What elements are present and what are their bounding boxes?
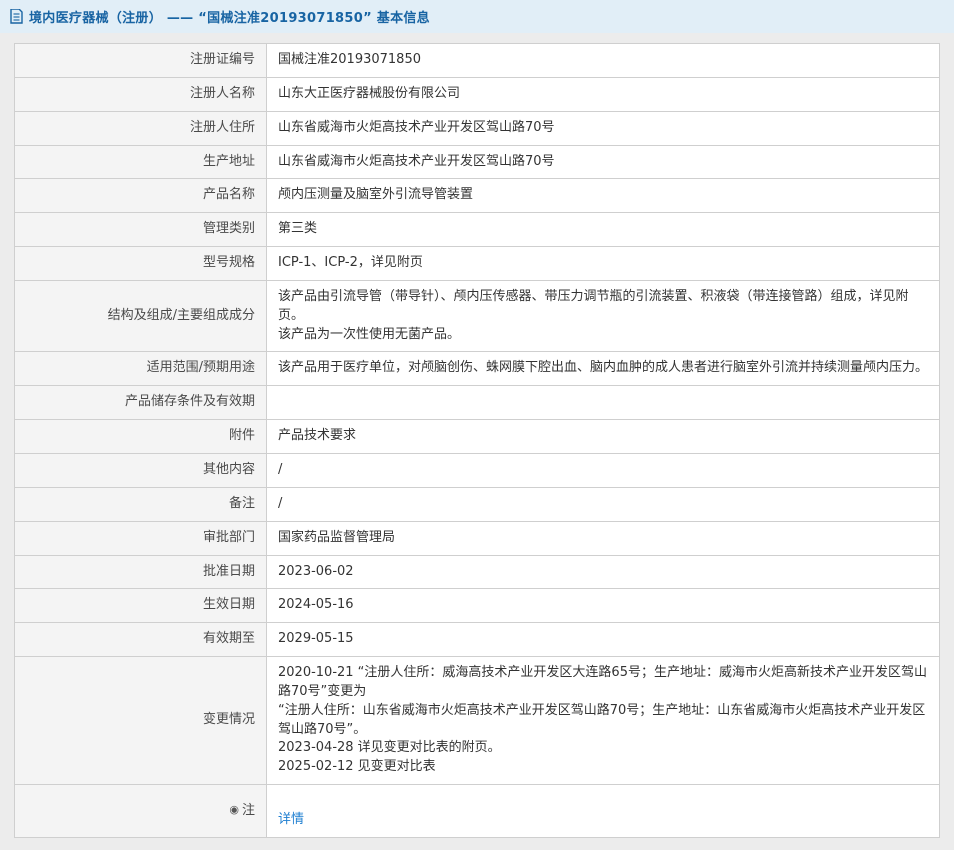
field-value: 详情 bbox=[267, 785, 940, 838]
table-row: 其他内容 / bbox=[15, 453, 940, 487]
field-value: 山东省威海市火炬高技术产业开发区驾山路70号 bbox=[267, 145, 940, 179]
field-value: / bbox=[267, 453, 940, 487]
field-label: 注 bbox=[242, 803, 255, 818]
table-row: 注册证编号 国械注准20193071850 bbox=[15, 44, 940, 78]
table-row: 适用范围/预期用途 该产品用于医疗单位，对颅脑创伤、蛛网膜下腔出血、脑内血肿的成… bbox=[15, 352, 940, 386]
field-label: 生产地址 bbox=[15, 145, 267, 179]
field-label: 注册证编号 bbox=[15, 44, 267, 78]
basic-info-table: 注册证编号 国械注准20193071850 注册人名称 山东大正医疗器械股份有限… bbox=[14, 43, 940, 838]
field-label: 审批部门 bbox=[15, 521, 267, 555]
field-value: 2023-06-02 bbox=[267, 555, 940, 589]
table-row: 附件 产品技术要求 bbox=[15, 420, 940, 454]
table-row-note: ◉注 详情 bbox=[15, 785, 940, 838]
field-label: 有效期至 bbox=[15, 623, 267, 657]
table-row: 管理类别 第三类 bbox=[15, 213, 940, 247]
field-label: 变更情况 bbox=[15, 657, 267, 785]
field-value: 该产品由引流导管（带导针）、颅内压传感器、带压力调节瓶的引流装置、积液袋（带连接… bbox=[267, 280, 940, 352]
field-value: 该产品用于医疗单位，对颅脑创伤、蛛网膜下腔出血、脑内血肿的成人患者进行脑室外引流… bbox=[267, 352, 940, 386]
field-value bbox=[267, 386, 940, 420]
field-value: 国械注准20193071850 bbox=[267, 44, 940, 78]
field-label: 结构及组成/主要组成成分 bbox=[15, 280, 267, 352]
table-row: 注册人住所 山东省威海市火炬高技术产业开发区驾山路70号 bbox=[15, 111, 940, 145]
field-label: 备注 bbox=[15, 487, 267, 521]
table-row: 生产地址 山东省威海市火炬高技术产业开发区驾山路70号 bbox=[15, 145, 940, 179]
table-row: 变更情况 2020-10-21 “注册人住所：威海高技术产业开发区大连路65号；… bbox=[15, 657, 940, 785]
field-value: 第三类 bbox=[267, 213, 940, 247]
table-row: 型号规格 ICP-1、ICP-2，详见附页 bbox=[15, 247, 940, 281]
field-label: 管理类别 bbox=[15, 213, 267, 247]
table-row: 备注 / bbox=[15, 487, 940, 521]
field-value: 2024-05-16 bbox=[267, 589, 940, 623]
field-label: 其他内容 bbox=[15, 453, 267, 487]
field-value: ICP-1、ICP-2，详见附页 bbox=[267, 247, 940, 281]
table-row: 产品储存条件及有效期 bbox=[15, 386, 940, 420]
field-label: 适用范围/预期用途 bbox=[15, 352, 267, 386]
field-value: 2029-05-15 bbox=[267, 623, 940, 657]
field-value: 山东大正医疗器械股份有限公司 bbox=[267, 77, 940, 111]
field-value: 颅内压测量及脑室外引流导管装置 bbox=[267, 179, 940, 213]
field-label: 批准日期 bbox=[15, 555, 267, 589]
field-label: 注册人名称 bbox=[15, 77, 267, 111]
table-row: 审批部门 国家药品监督管理局 bbox=[15, 521, 940, 555]
table-row: 注册人名称 山东大正医疗器械股份有限公司 bbox=[15, 77, 940, 111]
page-header: 境内医疗器械（注册） —— “国械注准20193071850” 基本信息 bbox=[0, 0, 954, 33]
field-value: / bbox=[267, 487, 940, 521]
table-row: 生效日期 2024-05-16 bbox=[15, 589, 940, 623]
field-value: 2020-10-21 “注册人住所：威海高技术产业开发区大连路65号；生产地址：… bbox=[267, 657, 940, 785]
field-label: 生效日期 bbox=[15, 589, 267, 623]
table-row: 结构及组成/主要组成成分 该产品由引流导管（带导针）、颅内压传感器、带压力调节瓶… bbox=[15, 280, 940, 352]
field-label: 产品储存条件及有效期 bbox=[15, 386, 267, 420]
table-row: 产品名称 颅内压测量及脑室外引流导管装置 bbox=[15, 179, 940, 213]
field-label: 附件 bbox=[15, 420, 267, 454]
note-icon: ◉ bbox=[229, 803, 239, 816]
details-link[interactable]: 详情 bbox=[278, 812, 304, 827]
note-label-cell: ◉注 bbox=[15, 785, 267, 838]
field-value: 山东省威海市火炬高技术产业开发区驾山路70号 bbox=[267, 111, 940, 145]
field-label: 产品名称 bbox=[15, 179, 267, 213]
page-title: 境内医疗器械（注册） —— “国械注准20193071850” 基本信息 bbox=[29, 7, 430, 26]
field-value: 产品技术要求 bbox=[267, 420, 940, 454]
field-label: 型号规格 bbox=[15, 247, 267, 281]
field-value: 国家药品监督管理局 bbox=[267, 521, 940, 555]
table-row: 有效期至 2029-05-15 bbox=[15, 623, 940, 657]
document-icon bbox=[10, 9, 23, 24]
field-label: 注册人住所 bbox=[15, 111, 267, 145]
table-row: 批准日期 2023-06-02 bbox=[15, 555, 940, 589]
basic-info-table-container: 注册证编号 国械注准20193071850 注册人名称 山东大正医疗器械股份有限… bbox=[14, 43, 940, 838]
